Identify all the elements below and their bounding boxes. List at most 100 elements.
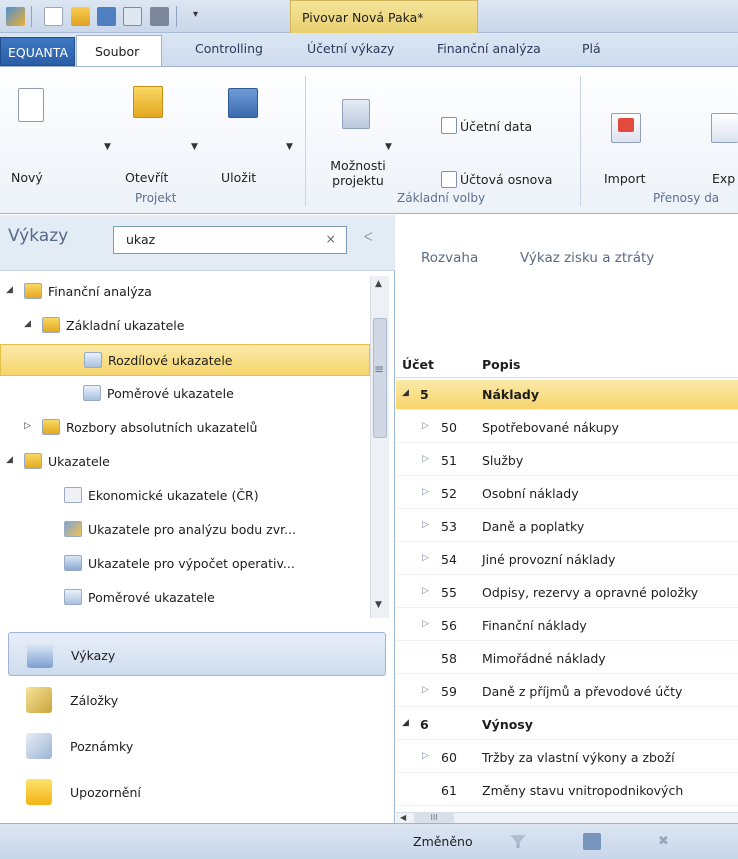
expand-icon[interactable]: ▷ [422,487,429,497]
tree-item[interactable]: ◢ Ukazatele [0,446,370,478]
table-row[interactable]: ▷ 52 Osobní náklady [396,479,738,509]
expand-icon[interactable]: ▷ [422,751,429,761]
table-row[interactable]: ▷ 51 Služby [396,446,738,476]
table-header: Účet Popis [396,350,738,378]
table-row[interactable]: ▷ 55 Odpisy, rezervy a opravné položky [396,578,738,608]
tab-vykaz-zisku-a-ztraty[interactable]: Výkaz zisku a ztráty [520,250,654,266]
open-button[interactable]: Otevřít [125,170,168,185]
tab-rozvaha[interactable]: Rozvaha [421,250,478,266]
clear-filter-icon[interactable]: ✖ [658,834,669,849]
separator [580,76,581,206]
open-dropdown-icon[interactable]: ▼ [191,142,198,152]
bookmark-icon [26,687,52,713]
open-folder-icon[interactable] [71,7,90,26]
hscroll-thumb[interactable]: III [414,813,454,823]
account-number: 60 [441,750,457,765]
export-icon[interactable] [711,113,738,143]
options-dropdown-icon[interactable]: ▼ [385,142,392,152]
layout-icon[interactable] [123,7,142,26]
customize-quick-access-icon[interactable]: ▾ [193,9,198,20]
nav-button-warnings[interactable]: Upozornění [8,770,386,814]
clear-search-icon[interactable]: × [326,231,336,246]
tab-soubor[interactable]: Soubor [76,35,162,67]
tree-item-label: Ekonomické ukazatele (ČR) [88,488,259,503]
collapse-icon[interactable]: ◢ [402,388,409,398]
save-icon[interactable] [228,88,258,118]
app-logo-icon[interactable] [6,7,25,26]
chart-of-accounts-button[interactable]: Účtová osnova [460,172,552,187]
expand-icon[interactable]: ▷ [422,454,429,464]
tab-equanta[interactable]: EQUANTA [0,37,75,66]
scroll-up-icon[interactable]: ▲ [375,279,382,289]
new-button[interactable]: Nový [11,170,43,185]
new-dropdown-icon[interactable]: ▼ [104,142,111,152]
table-row[interactable]: ▷ 53 Daně a poplatky [396,512,738,542]
collapse-panel-icon[interactable]: ᐸ [364,230,373,244]
tree-scrollbar[interactable]: ▲ ≡ ▼ [370,276,389,618]
refresh-icon[interactable] [583,833,601,850]
tree-item[interactable]: ▷ Rozbory absolutních ukazatelů [0,412,370,444]
table-row[interactable]: ◢ 6 Výnosy [396,710,738,740]
import-button[interactable]: Import [604,171,646,186]
project-options-icon[interactable] [342,99,370,129]
tree-item[interactable]: Ukazatele pro analýzu bodu zvr... [0,514,370,546]
nav-button-notes[interactable]: Poznámky [8,724,386,768]
tab-financni-analyza[interactable]: Finanční analýza [437,41,541,56]
tree-item[interactable]: ◢ Finanční analýza [0,276,370,308]
scroll-left-icon[interactable]: ◀ [400,813,406,822]
collapse-icon[interactable]: ◢ [6,455,13,465]
tab-controlling[interactable]: Controlling [195,41,263,56]
table-row[interactable]: ▷ 54 Jiné provozní náklady [396,545,738,575]
project-options-button[interactable]: Možnosti projektu [328,158,388,188]
expand-icon[interactable]: ▷ [422,586,429,596]
tree-item[interactable]: Ekonomické ukazatele (ČR) [0,480,370,512]
save-dropdown-icon[interactable]: ▼ [286,142,293,152]
nav-button-reports[interactable]: Výkazy [8,632,386,676]
expand-icon[interactable]: ▷ [422,553,429,563]
scroll-down-icon[interactable]: ▼ [375,600,382,610]
column-header-account[interactable]: Účet [402,357,434,372]
collapse-icon[interactable]: ◢ [402,718,409,728]
new-document-icon[interactable] [18,88,44,122]
nav-label: Záložky [70,693,119,708]
tree-item[interactable]: Poměrové ukazatele [0,378,370,410]
tree-item[interactable]: Rozdílové ukazatele [0,344,370,376]
filter-icon[interactable] [510,835,526,848]
export-button[interactable]: Exp [712,171,735,186]
collapse-icon[interactable]: ◢ [24,319,31,329]
accounting-data-icon[interactable] [441,117,457,134]
expand-icon[interactable]: ▷ [422,619,429,629]
tab-planovani[interactable]: Plá [582,41,601,56]
search-input[interactable]: ukaz × [113,226,347,254]
table-row[interactable]: ▷ 60 Tržby za vlastní výkony a zboží [396,743,738,773]
expand-icon[interactable]: ▷ [24,421,31,431]
collapse-icon[interactable]: ◢ [6,285,13,295]
expand-icon[interactable]: ▷ [422,520,429,530]
tree-item[interactable]: ◢ Základní ukazatele [0,310,370,342]
table-row[interactable]: ◢ 5 Náklady [396,380,738,410]
column-header-description[interactable]: Popis [482,357,520,372]
table-row[interactable]: 61 Změny stavu vnitropodnikových [396,776,738,806]
accounting-data-button[interactable]: Účetní data [460,119,532,134]
print-icon[interactable] [150,7,169,26]
table-row[interactable]: ▷ 56 Finanční náklady [396,611,738,641]
save-button[interactable]: Uložit [221,170,256,185]
tab-ucetni-vykazy[interactable]: Účetní výkazy [307,41,394,56]
chart-of-accounts-icon[interactable] [441,171,457,188]
account-description: Výnosy [482,717,533,732]
tree-item[interactable]: Ukazatele pro výpočet operativ... [0,548,370,580]
table-row[interactable]: 58 Mimořádné náklady [396,644,738,674]
account-description: Daně a poplatky [482,519,585,534]
tree-item[interactable]: Poměrové ukazatele [0,582,370,614]
horizontal-scrollbar[interactable]: ◀ III [396,812,738,823]
tree-item-label: Základní ukazatele [66,318,185,333]
open-folder-icon[interactable] [133,86,163,118]
table-row[interactable]: ▷ 59 Daně z příjmů a převodové účty [396,677,738,707]
nav-button-bookmarks[interactable]: Záložky [8,678,386,722]
scroll-thumb[interactable] [373,318,387,438]
expand-icon[interactable]: ▷ [422,685,429,695]
table-row[interactable]: ▷ 50 Spotřebované nákupy [396,413,738,443]
new-document-icon[interactable] [44,7,63,26]
expand-icon[interactable]: ▷ [422,421,429,431]
save-icon[interactable] [97,7,116,26]
